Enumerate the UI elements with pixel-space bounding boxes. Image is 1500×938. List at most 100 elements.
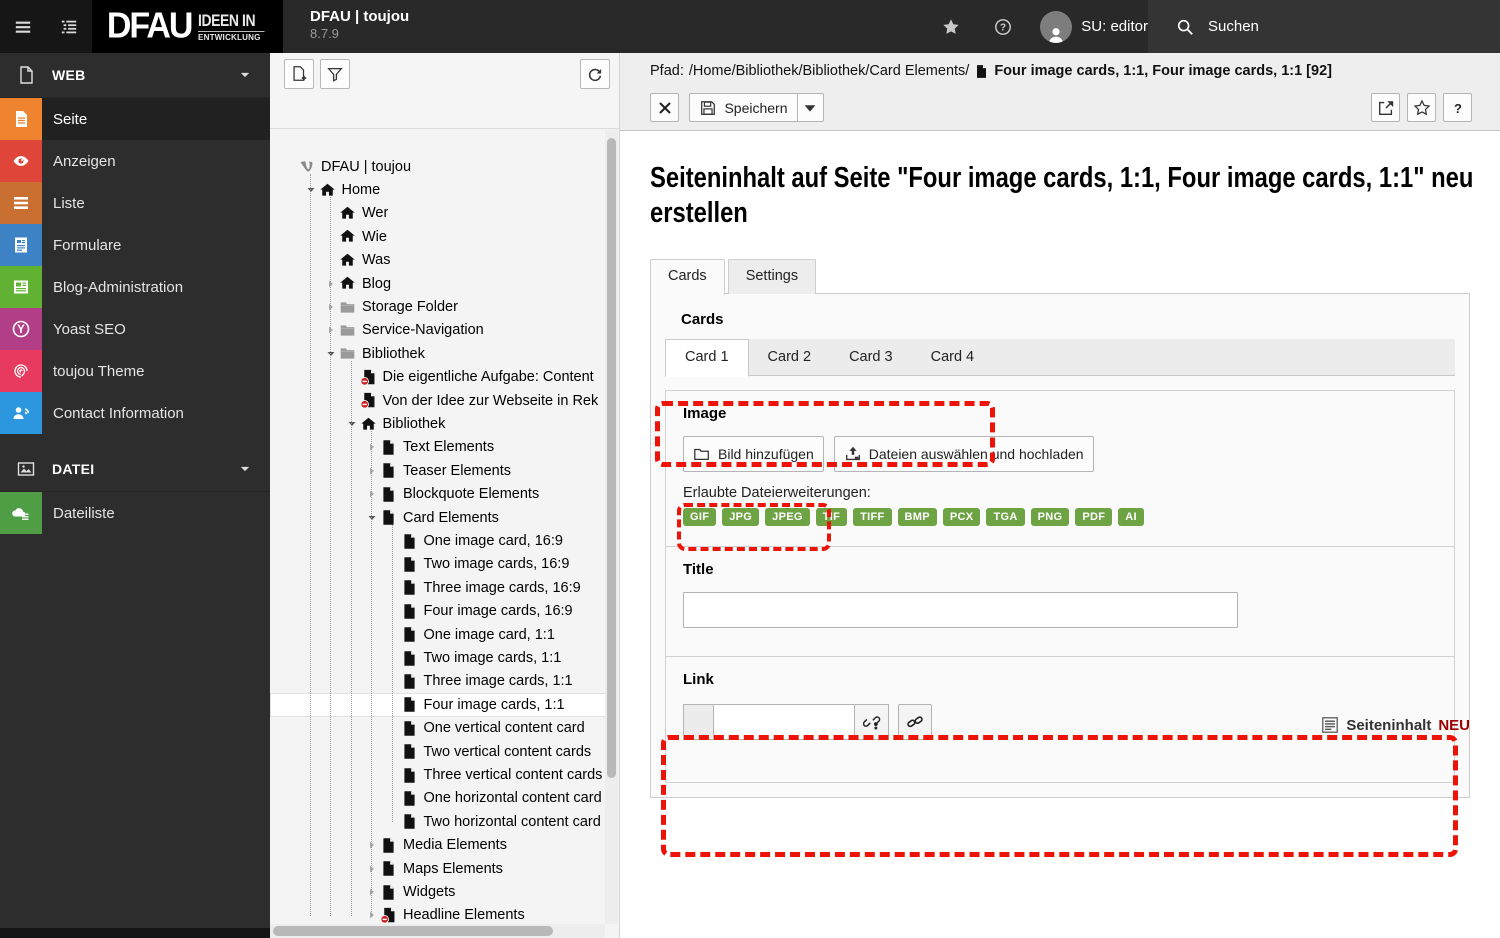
tree-item-media-elements[interactable]: Media Elements xyxy=(270,834,606,857)
sidebar-item-blog-administration[interactable]: Blog-Administration xyxy=(0,266,270,308)
tree-item-card-elements[interactable]: Card Elements xyxy=(270,506,606,529)
tree-item-dfau-toujou[interactable]: DFAU | toujou xyxy=(270,155,606,178)
logo-text: DFAU xyxy=(106,6,194,46)
tree-item-blog[interactable]: Blog xyxy=(270,272,606,295)
sidebar-collapse-strip[interactable] xyxy=(0,928,270,938)
tree-item-was[interactable]: Was xyxy=(270,249,606,272)
link-button[interactable] xyxy=(898,704,932,740)
title-input[interactable] xyxy=(683,592,1238,628)
tree-item-service-navigation[interactable]: Service-Navigation xyxy=(270,319,606,342)
bookmark-record-button[interactable] xyxy=(1407,93,1436,122)
add-image-label: Bild hinzufügen xyxy=(718,446,814,462)
add-image-button[interactable]: Bild hinzufügen xyxy=(683,436,824,472)
new-page-button[interactable] xyxy=(284,59,314,89)
expander-closed-icon[interactable] xyxy=(365,489,379,499)
tree-item-bibliothek[interactable]: Bibliothek xyxy=(270,412,606,435)
sidebar-item-contact-information[interactable]: Contact Information xyxy=(0,392,270,434)
sidebar-item-seite[interactable]: Seite xyxy=(0,98,270,140)
expander-closed-icon[interactable] xyxy=(365,887,379,897)
open-in-new-window-button[interactable] xyxy=(1371,93,1400,122)
sidebar-item-dateiliste[interactable]: Dateiliste xyxy=(0,492,270,534)
expander-open-icon[interactable] xyxy=(304,185,318,195)
expander-closed-icon[interactable] xyxy=(365,864,379,874)
tree-item-text-elements[interactable]: Text Elements xyxy=(270,436,606,459)
expander-open-icon[interactable] xyxy=(345,419,359,429)
tree-item-two-vertical-content-cards[interactable]: Two vertical content cards xyxy=(270,740,606,763)
tree-item-one-horizontal-content-card[interactable]: One horizontal content card xyxy=(270,787,606,810)
tree-item-label: Blog xyxy=(362,275,392,292)
tree-item-headline-elements[interactable]: Headline Elements xyxy=(270,904,606,924)
tree-item-maps-elements[interactable]: Maps Elements xyxy=(270,857,606,880)
expander-open-icon[interactable] xyxy=(324,349,338,359)
card-tab-card-4[interactable]: Card 4 xyxy=(912,340,994,378)
tree-vertical-scrollbar[interactable] xyxy=(605,130,618,924)
tree-item-home[interactable]: Home xyxy=(270,178,606,201)
expander-closed-icon[interactable] xyxy=(365,840,379,850)
tree-item-von-der-idee-zur-webseite-in-rek[interactable]: Von der Idee zur Webseite in Rek xyxy=(270,389,606,412)
extension-badge-jpg: JPG xyxy=(722,508,760,526)
tree-item-bibliothek[interactable]: Bibliothek xyxy=(270,342,606,365)
tree-item-widgets[interactable]: Widgets xyxy=(270,880,606,903)
docheader-help-button[interactable]: ? xyxy=(1443,93,1472,122)
scrollbar-thumb[interactable] xyxy=(273,926,553,936)
save-dropdown-button[interactable] xyxy=(797,93,824,122)
sidebar-item-yoast-seo[interactable]: Y Yoast SEO xyxy=(0,308,270,350)
expander-closed-icon[interactable] xyxy=(324,325,338,335)
card-tab-card-3[interactable]: Card 3 xyxy=(830,340,912,378)
expander-closed-icon[interactable] xyxy=(324,302,338,312)
link-input[interactable] xyxy=(713,704,855,740)
tree-item-blockquote-elements[interactable]: Blockquote Elements xyxy=(270,483,606,506)
record-page-icon xyxy=(974,64,989,79)
tree-item-label: One horizontal content card xyxy=(423,790,602,807)
expander-closed-icon[interactable] xyxy=(365,910,379,920)
tree-item-four-image-cards-1-1[interactable]: Four image cards, 1:1 xyxy=(270,693,606,717)
scrollbar-thumb[interactable] xyxy=(607,138,616,778)
tree-item-three-image-cards-16-9[interactable]: Three image cards, 16:9 xyxy=(270,576,606,599)
tree-item-four-image-cards-16-9[interactable]: Four image cards, 16:9 xyxy=(270,600,606,623)
sidebar-group-datei[interactable]: DATEI xyxy=(0,447,270,492)
dfau-logo[interactable]: DFAU IDEEN IN ENTWICKLUNG xyxy=(92,0,283,53)
user-menu[interactable]: SU: editor xyxy=(1040,10,1148,43)
tree-item-two-image-cards-1-1[interactable]: Two image cards, 1:1 xyxy=(270,646,606,669)
filter-button[interactable] xyxy=(320,59,350,89)
tree-item-wie[interactable]: Wie xyxy=(270,225,606,248)
help-button[interactable]: ? xyxy=(988,12,1018,42)
tree-item-two-image-cards-16-9[interactable]: Two image cards, 16:9 xyxy=(270,553,606,576)
tree-item-two-horizontal-content-card[interactable]: Two horizontal content card xyxy=(270,810,606,833)
tree-item-storage-folder[interactable]: Storage Folder xyxy=(270,295,606,318)
upload-files-button[interactable]: Dateien auswählen und hochladen xyxy=(833,436,1094,472)
sidebar-group-web[interactable]: WEB xyxy=(0,53,270,98)
expander-closed-icon[interactable] xyxy=(365,442,379,452)
sidebar-item-toujou-theme[interactable]: toujou Theme xyxy=(0,350,270,392)
extension-badge-pdf: PDF xyxy=(1075,508,1113,526)
tree-item-three-vertical-content-cards[interactable]: Three vertical content cards xyxy=(270,763,606,786)
close-button[interactable] xyxy=(650,93,679,122)
tree-horizontal-scrollbar[interactable] xyxy=(270,924,605,938)
expander-open-icon[interactable] xyxy=(365,513,379,523)
sidebar-item-liste[interactable]: Liste xyxy=(0,182,270,224)
tree-item-teaser-elements[interactable]: Teaser Elements xyxy=(270,459,606,482)
tree-item-three-image-cards-1-1[interactable]: Three image cards, 1:1 xyxy=(270,670,606,693)
global-search[interactable]: Suchen xyxy=(1148,0,1500,53)
link-browser-button[interactable] xyxy=(855,704,889,740)
navigation-toggle-button[interactable] xyxy=(54,12,84,42)
tab-cards[interactable]: Cards xyxy=(650,259,725,295)
refresh-tree-button[interactable] xyxy=(580,59,610,89)
card-tab-card-1[interactable]: Card 1 xyxy=(665,339,749,377)
main-content-area: Pfad: /Home/Bibliothek/Bibliothek/Card E… xyxy=(620,53,1500,938)
tree-item-one-vertical-content-card[interactable]: One vertical content card xyxy=(270,717,606,740)
tree-item-one-image-card-1-1[interactable]: One image card, 1:1 xyxy=(270,623,606,646)
tree-item-die-eigentliche-aufgabe-content[interactable]: Die eigentliche Aufgabe: Content xyxy=(270,366,606,389)
tree-item-one-image-card-16-9[interactable]: One image card, 16:9 xyxy=(270,529,606,552)
sidebar-item-anzeigen[interactable]: Anzeigen xyxy=(0,140,270,182)
save-button[interactable]: Speichern xyxy=(689,93,798,122)
bookmarks-button[interactable] xyxy=(936,12,966,42)
menu-toggle-button[interactable] xyxy=(8,12,38,42)
tree-item-wer[interactable]: Wer xyxy=(270,202,606,225)
sidebar-item-formulare[interactable]: Formulare xyxy=(0,224,270,266)
expander-closed-icon[interactable] xyxy=(365,466,379,476)
card-tab-card-2[interactable]: Card 2 xyxy=(749,340,831,378)
expander-closed-icon[interactable] xyxy=(324,279,338,289)
tree-item-label: Text Elements xyxy=(403,439,495,456)
tab-settings[interactable]: Settings xyxy=(727,259,817,295)
